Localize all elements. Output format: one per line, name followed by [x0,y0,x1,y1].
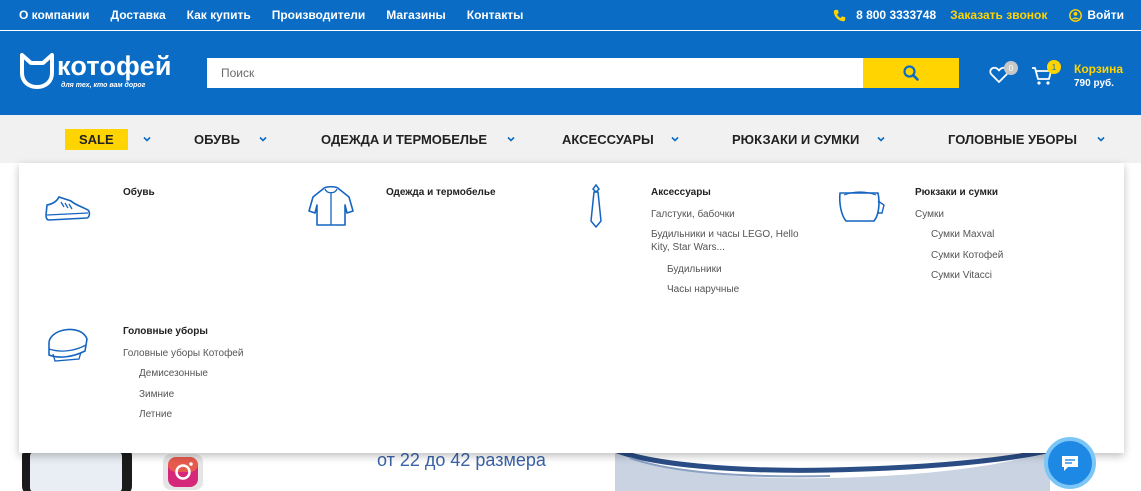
header: котофей для тех, кто вам дорог 0 1 Корзи… [0,31,1141,115]
dropdown-link-bags[interactable]: Сумки [915,208,944,221]
chevron-down-icon[interactable] [142,134,152,144]
dropdown-link-hats-winter[interactable]: Зимние [139,388,174,401]
top-nav-about[interactable]: О компании [19,8,90,22]
dropdown-link-lego-clocks-cont[interactable]: Kity, Star Wars... [651,241,725,254]
logo-text: котофей [57,51,172,81]
dropdown-link-hats-demiseason[interactable]: Демисезонные [139,367,208,380]
cart-button[interactable]: 1 Корзина 790 руб. [1031,59,1131,93]
dropdown-hats-title[interactable]: Головные уборы [123,326,208,337]
hat-icon [48,328,88,362]
cart-count-badge: 1 [1047,60,1061,74]
search-button[interactable] [863,58,959,88]
chevron-down-icon[interactable] [876,134,886,144]
dropdown-link-bags-vitacci[interactable]: Сумки Vitacci [931,269,992,282]
wishlist-count-badge: 0 [1004,61,1018,75]
login-label: Войти [1087,8,1124,22]
chevron-down-icon[interactable] [258,134,268,144]
top-nav-delivery[interactable]: Доставка [111,8,166,22]
logo[interactable]: котофей для тех, кто вам дорог [19,51,179,95]
search-icon [903,65,919,81]
dropdown-accessories-title[interactable]: Аксессуары [651,187,711,198]
cat-logo-icon [20,53,54,89]
dropdown-bags-title[interactable]: Рюкзаки и сумки [915,187,998,198]
top-nav-contacts[interactable]: Контакты [467,8,524,22]
dropdown-link-hats-kotofey[interactable]: Головные уборы Котофей [123,347,243,360]
category-dropdown: Обувь Одежда и термобелье Аксессуары Гал… [19,163,1124,453]
user-icon [1069,8,1083,22]
dropdown-link-alarm-clocks[interactable]: Будильники [667,263,722,276]
search-input[interactable] [207,58,863,88]
phone-number[interactable]: 8 800 3333748 [856,8,936,22]
instagram-icon [163,454,203,490]
shoe-icon [45,196,91,221]
phone-icon [833,9,846,21]
category-nav: SALE ОБУВЬ ОДЕЖДА И ТЕРМОБЕЛЬЕ АКСЕССУАР… [0,115,1141,163]
dropdown-clothes-title[interactable]: Одежда и термобелье [386,187,496,198]
category-accessories[interactable]: АКСЕССУАРЫ [562,115,654,163]
dropdown-link-ties[interactable]: Галстуки, бабочки [651,208,735,221]
chat-icon [1062,456,1078,471]
category-sale[interactable]: SALE [65,115,128,163]
chevron-down-icon[interactable] [506,134,516,144]
dropdown-link-hats-summer[interactable]: Летние [139,408,172,421]
top-nav-how-to-buy[interactable]: Как купить [187,8,251,22]
dropdown-link-bags-maxval[interactable]: Сумки Maxval [931,228,994,241]
dropdown-link-wristwatches[interactable]: Часы наручные [667,283,739,296]
tie-icon [590,183,602,228]
chevron-down-icon[interactable] [670,134,680,144]
bag-icon [838,191,885,222]
dropdown-link-bags-kotofey[interactable]: Сумки Котофей [931,249,1003,262]
category-bags[interactable]: РЮКЗАКИ И СУМКИ [732,115,859,163]
promo-banner[interactable]: от 22 до 42 размера [0,450,1141,491]
banner-text: от 22 до 42 размера [377,450,546,470]
shoe-sole-image [614,450,1050,491]
top-nav: О компании Доставка Как купить Производи… [19,0,544,30]
chat-button[interactable] [1044,437,1096,489]
top-nav-manufacturers[interactable]: Производители [272,8,366,22]
logo-tagline: для тех, кто вам дорог [61,82,146,89]
cart-sum: 790 руб. [1074,78,1114,89]
top-nav-stores[interactable]: Магазины [386,8,445,22]
cart-label: Корзина [1074,62,1124,76]
category-shoes[interactable]: ОБУВЬ [194,115,240,163]
dropdown-shoes-title[interactable]: Обувь [123,187,155,198]
dropdown-link-lego-clocks[interactable]: Будильники и часы LEGO, Hello [651,228,799,241]
top-bar: О компании Доставка Как купить Производи… [0,0,1141,30]
category-sale-label: SALE [65,128,128,150]
category-clothes[interactable]: ОДЕЖДА И ТЕРМОБЕЛЬЕ [321,115,487,163]
login-link[interactable]: Войти [1069,8,1124,22]
wishlist-button[interactable]: 0 [988,61,1020,87]
top-right: 8 800 3333748 Заказать звонок Войти [833,0,1124,30]
callback-link[interactable]: Заказать звонок [950,8,1047,22]
category-hats[interactable]: ГОЛОВНЫЕ УБОРЫ [948,115,1077,163]
jacket-icon [308,185,354,226]
chevron-down-icon[interactable] [1096,134,1106,144]
phone-screen-image [30,452,122,491]
